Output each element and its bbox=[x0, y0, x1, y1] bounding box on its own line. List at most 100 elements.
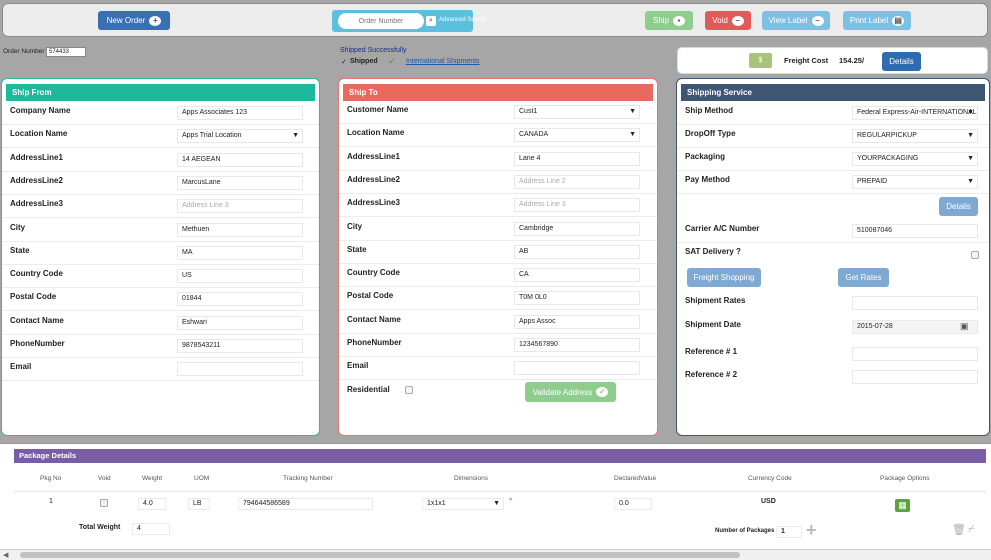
ship-button[interactable]: Ship ▪ bbox=[645, 11, 693, 30]
broom-icon[interactable]: ⌿ bbox=[968, 523, 975, 536]
carrier-input[interactable]: 510087046 bbox=[852, 224, 978, 238]
ship_from-input[interactable]: 14 AEGEAN bbox=[177, 152, 303, 167]
minus-icon: – bbox=[731, 15, 744, 26]
ship_to-input[interactable]: Address Line 2 bbox=[514, 174, 640, 189]
international-shipments-link[interactable]: International Shipments bbox=[406, 58, 480, 65]
ship_from-input[interactable]: MarcusLane bbox=[177, 175, 303, 190]
package-header: Package Options bbox=[880, 475, 930, 482]
package-header: Void bbox=[98, 475, 111, 482]
sat-label: SAT Delivery ? bbox=[685, 247, 741, 256]
uom-input[interactable]: LB bbox=[188, 498, 210, 510]
ship_from-input[interactable]: 9878543211 bbox=[177, 339, 303, 353]
validate-address-button[interactable]: Validate Address ✓ bbox=[525, 382, 616, 402]
shipping_service-input[interactable]: Federal Express-Air-INTERNATIONAL bbox=[852, 106, 978, 120]
ship_from-label: Company Name bbox=[10, 106, 71, 115]
service-details-button[interactable]: Details bbox=[939, 197, 978, 216]
ship_from-row: Country Code US bbox=[2, 265, 319, 289]
freight-details-button[interactable]: Details bbox=[882, 52, 921, 71]
ship_to-input[interactable]: T0M 0L0 bbox=[514, 291, 640, 306]
package-header: Tracking Number bbox=[283, 475, 333, 482]
validate-address-label: Validate Address bbox=[532, 387, 593, 397]
ship-from-panel: Ship From Company Name Apps Associates 12… bbox=[1, 78, 320, 436]
weight-input[interactable]: 4.0 bbox=[138, 498, 166, 510]
dimensions-select[interactable]: 1x1x1 ▼ bbox=[422, 498, 504, 510]
tracking-input[interactable]: 794644586589 bbox=[238, 498, 373, 510]
new-order-button[interactable]: New Order + bbox=[98, 11, 170, 30]
ship_to-input[interactable]: Cambridge bbox=[514, 221, 640, 236]
ship_to-input[interactable]: 1234567890 bbox=[514, 338, 640, 352]
ship_to-input[interactable] bbox=[514, 361, 640, 376]
ship_from-input[interactable]: Methuen bbox=[177, 222, 303, 237]
get-rates-button[interactable]: Get Rates bbox=[838, 268, 889, 287]
ship_from-row: State MA bbox=[2, 242, 319, 265]
ship_from-input[interactable]: MA bbox=[177, 245, 303, 260]
ship_to-input[interactable]: Lane 4 bbox=[514, 151, 640, 166]
ship_from-input[interactable]: Apps Trial Location bbox=[177, 129, 303, 144]
num-packages-label: Number of Packages bbox=[715, 528, 775, 534]
ship_to-input[interactable]: Address Line 3 bbox=[514, 198, 640, 213]
ship_from-input[interactable] bbox=[177, 362, 303, 377]
shipping_service-input[interactable]: YOURPACKAGING bbox=[852, 152, 978, 166]
horizontal-scrollbar[interactable]: ◀ bbox=[0, 549, 991, 560]
ship_to-input[interactable]: CANADA bbox=[514, 128, 640, 143]
ref1-input[interactable] bbox=[852, 347, 978, 361]
sat-row: SAT Delivery ? bbox=[677, 243, 989, 266]
void-button[interactable]: Void – bbox=[705, 11, 751, 30]
ship_from-input[interactable]: Apps Associates 123 bbox=[177, 106, 303, 120]
residential-checkbox[interactable] bbox=[405, 385, 413, 394]
order-number-value: 574433 bbox=[46, 47, 86, 57]
money-icon: $ bbox=[749, 53, 772, 68]
shipping_service-label: Packaging bbox=[685, 152, 726, 161]
shipping_service-label: Ship Method bbox=[685, 106, 733, 115]
shipping-service-panel: Shipping Service Ship Method Federal Expr… bbox=[676, 78, 990, 436]
freight-cost-value: 154.25/ bbox=[839, 56, 865, 65]
truck-icon: ▪ bbox=[673, 15, 685, 26]
rates-input[interactable] bbox=[852, 296, 978, 310]
print-label-button[interactable]: Print Label ▤ bbox=[843, 11, 911, 30]
order-number-input[interactable] bbox=[338, 13, 424, 29]
ship_to-input[interactable]: CA bbox=[514, 268, 640, 283]
package-header: Pkg No bbox=[40, 475, 62, 482]
advanced-search-link[interactable]: Advanced Search bbox=[439, 17, 486, 23]
caret-up-icon[interactable]: ^ bbox=[509, 498, 512, 505]
ship_from-row: City Methuen bbox=[2, 219, 319, 242]
declared-value-input[interactable]: 0.0 bbox=[614, 498, 652, 510]
scrollbar-thumb[interactable] bbox=[20, 552, 740, 558]
sat-checkbox[interactable] bbox=[971, 251, 979, 259]
calendar-icon[interactable]: ▣ bbox=[960, 321, 969, 332]
dropdown-arrow-icon: ▼ bbox=[493, 500, 500, 507]
shipping_service-input[interactable]: PREPAID bbox=[852, 175, 978, 189]
ship_from-input[interactable]: Address Line 3 bbox=[177, 199, 303, 214]
ship_to-input[interactable]: Apps Assoc bbox=[514, 314, 640, 329]
pkg-no: 1 bbox=[49, 498, 53, 505]
ship_to-input[interactable]: Cust1 bbox=[514, 105, 640, 119]
scroll-left-icon[interactable]: ◀ bbox=[3, 551, 8, 559]
ref2-input[interactable] bbox=[852, 370, 978, 384]
shipping_service-label: DropOff Type bbox=[685, 129, 736, 138]
freight-cost-label: Freight Cost bbox=[784, 56, 829, 65]
ship_from-row: AddressLine3 Address Line 3 bbox=[2, 195, 319, 219]
ship_from-input[interactable]: 01844 bbox=[177, 292, 303, 307]
rates-row: Shipment Rates bbox=[677, 292, 989, 315]
package-header: UOM bbox=[194, 475, 210, 482]
ship_to-input[interactable]: AB bbox=[514, 244, 640, 259]
ship_from-input[interactable]: Eshwari bbox=[177, 315, 303, 330]
ship_from-input[interactable]: US bbox=[177, 269, 303, 284]
shipping_service-input[interactable]: REGULARPICKUP bbox=[852, 129, 978, 143]
ship-from-title: Ship From bbox=[6, 84, 315, 101]
ship_to-label: Postal Code bbox=[347, 291, 394, 301]
ship_from-label: Country Code bbox=[10, 269, 63, 279]
total-weight-value[interactable]: 4 bbox=[132, 523, 170, 535]
search-icon[interactable]: ⌕ bbox=[426, 16, 436, 26]
ship_to-row: AddressLine3 Address Line 3 bbox=[339, 194, 657, 218]
ref1-label: Reference # 1 bbox=[685, 347, 738, 356]
package-details-title: Package Details bbox=[14, 449, 986, 463]
package-icon[interactable]: ▦ bbox=[895, 499, 910, 512]
num-packages-value[interactable]: 1 bbox=[776, 526, 802, 538]
freight-shopping-button[interactable]: Freight Shopping bbox=[687, 268, 761, 287]
add-package-icon[interactable]: + bbox=[806, 521, 817, 539]
view-label-button[interactable]: View Label – bbox=[762, 11, 830, 30]
trash-icon[interactable]: 🗑 bbox=[952, 523, 966, 536]
void-checkbox[interactable] bbox=[100, 499, 108, 507]
ship_to-label: Residential bbox=[347, 384, 390, 394]
